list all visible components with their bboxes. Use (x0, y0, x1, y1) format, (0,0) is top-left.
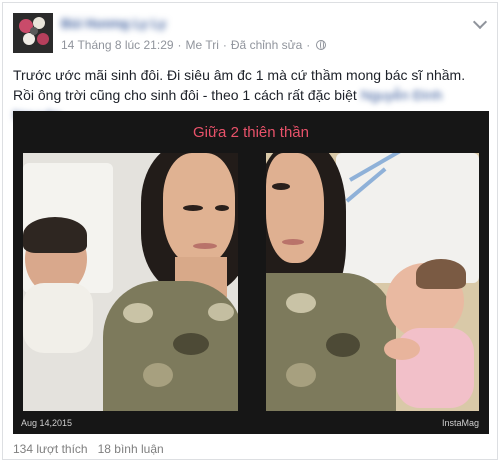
separator: · (306, 38, 311, 52)
location[interactable]: Me Tri (186, 38, 219, 52)
chevron-down-icon[interactable] (472, 14, 488, 30)
avatar[interactable] (13, 13, 53, 53)
photo-date: Aug 14,2015 (21, 418, 73, 428)
edited-label[interactable]: Đã chỉnh sửa (231, 38, 302, 52)
timestamp[interactable]: 14 Tháng 8 lúc 21:29 (61, 38, 174, 52)
likes-count[interactable]: 134 lượt thích (13, 442, 88, 456)
photo-panel-right (266, 153, 479, 411)
author-name[interactable]: Bùi Hương Ly Ly (61, 16, 211, 31)
photo-watermark: InstaMag (441, 418, 479, 428)
separator: · (177, 38, 182, 52)
comments-count[interactable]: 18 bình luận (98, 442, 164, 456)
post-photo[interactable]: Giữa 2 thiên thần Aug 14,2015 InstaMag (13, 111, 489, 434)
separator: · (222, 38, 227, 52)
post-stats: 134 lượt thích 18 bình luận (13, 442, 164, 456)
post-meta: 14 Tháng 8 lúc 21:29 · Me Tri · Đã chỉnh… (61, 38, 327, 52)
globe-icon[interactable] (316, 40, 327, 50)
photo-panel-left (23, 153, 238, 411)
photo-title: Giữa 2 thiên thần (193, 124, 309, 141)
post-card: Bùi Hương Ly Ly 14 Tháng 8 lúc 21:29 · M… (2, 2, 498, 460)
